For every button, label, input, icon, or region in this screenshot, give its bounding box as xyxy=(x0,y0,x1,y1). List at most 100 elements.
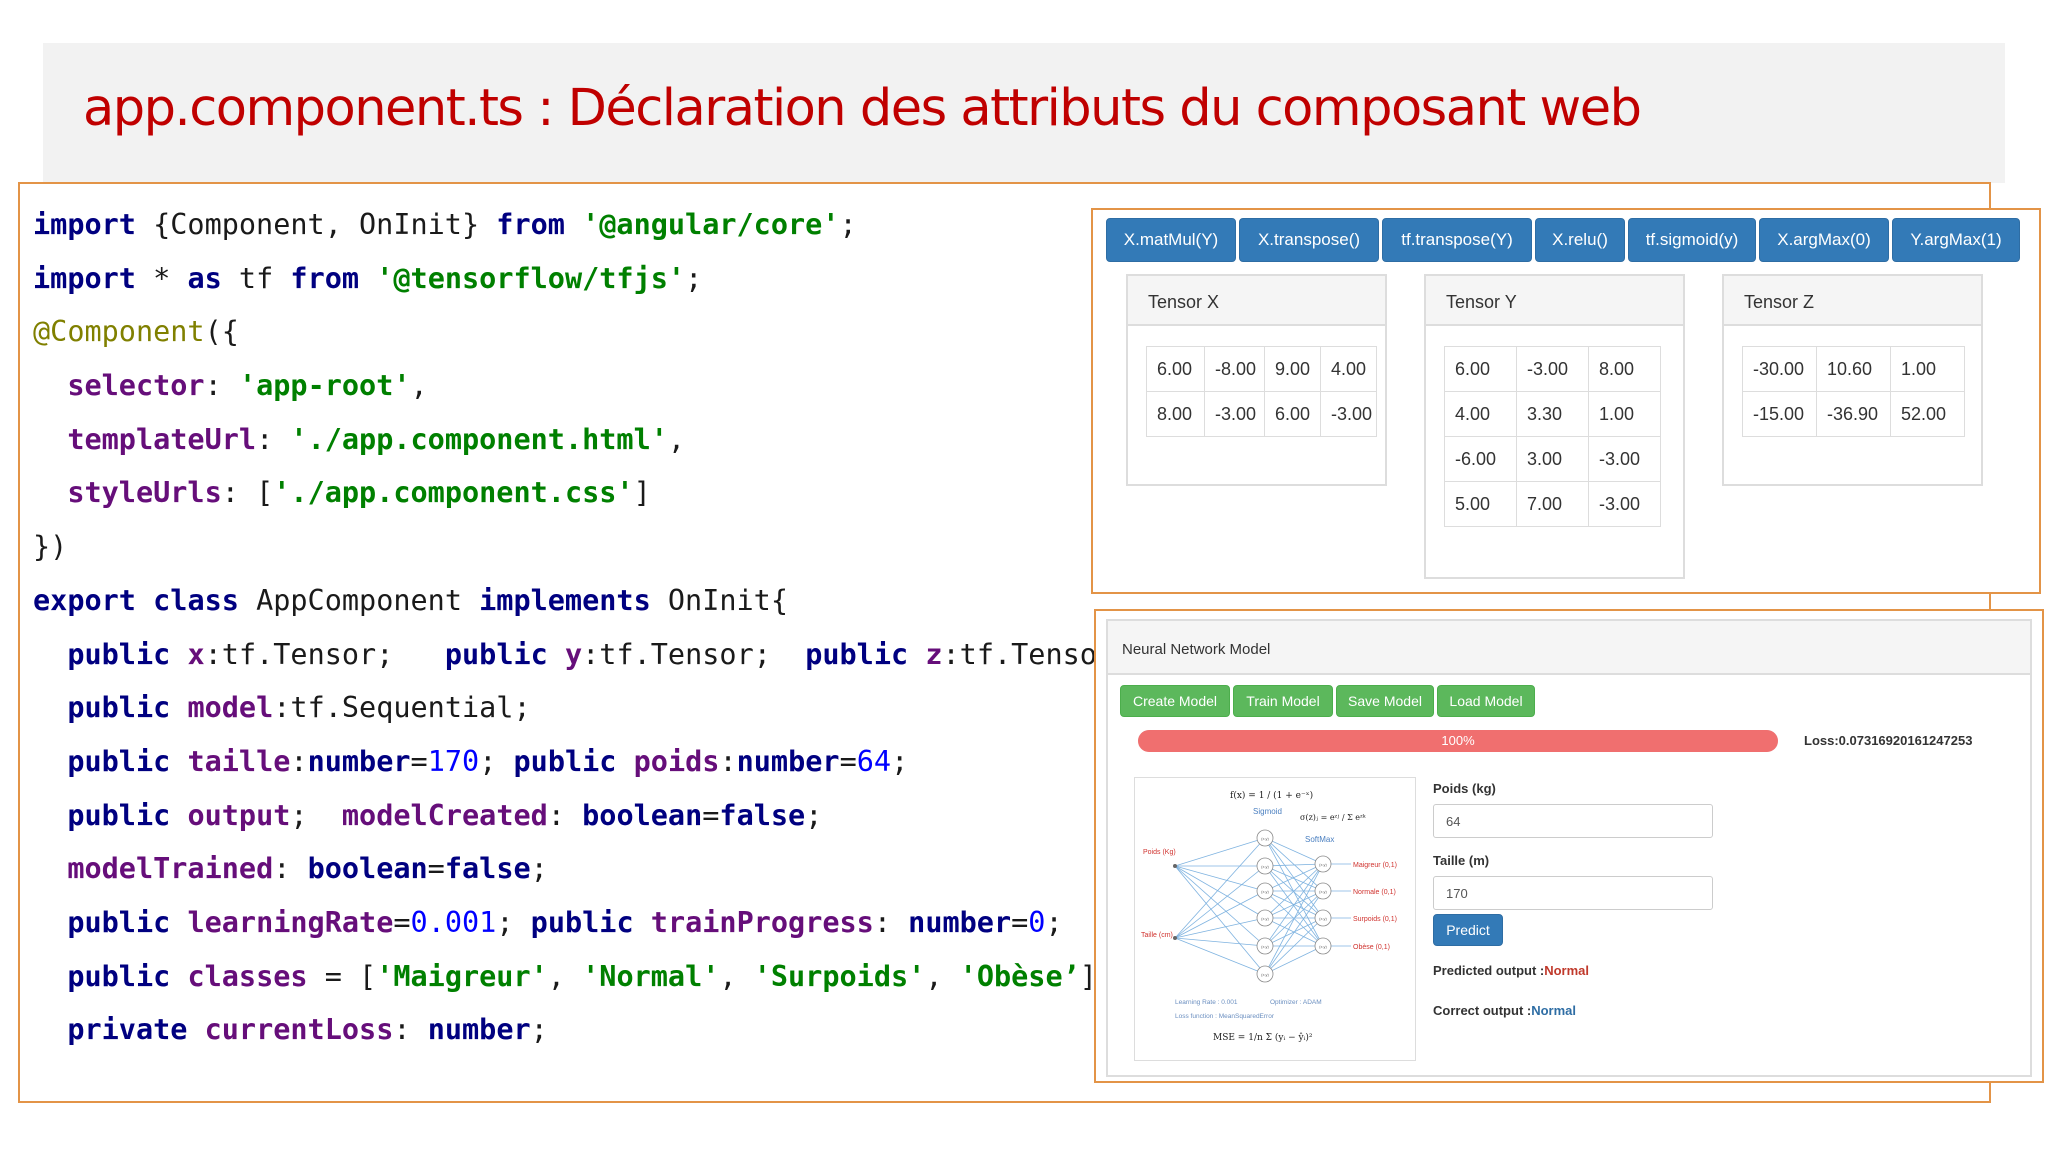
load-model-button[interactable]: Load Model xyxy=(1437,685,1535,717)
network-edge xyxy=(1264,945,1324,975)
slide-title: app.component.ts : Déclaration des attri… xyxy=(83,79,1642,138)
code-token: '@angular/core' xyxy=(582,208,840,241)
code-token: : xyxy=(256,422,291,456)
correct-output-value: Normal xyxy=(1531,1003,1577,1018)
tensor-cell: -6.00 xyxy=(1444,436,1517,482)
sigmoid-button[interactable]: tf.sigmoid(y) xyxy=(1628,218,1756,262)
code-token: ; xyxy=(1045,905,1063,939)
network-edge xyxy=(1174,865,1266,919)
code-line: public learningRate=0.001; public trainP… xyxy=(33,896,1093,950)
nn-card: Neural Network Model Create Model Train … xyxy=(1106,619,2032,1077)
input-neuron xyxy=(1173,864,1177,868)
code-token: './app.component.css' xyxy=(273,476,634,510)
code-token: number xyxy=(908,905,1012,939)
mse-formula: MSE = 1/n Σ (yᵢ − ŷᵢ)² xyxy=(1213,1032,1313,1043)
code-token: : xyxy=(393,1013,428,1047)
code-line: modelTrained: boolean=false; xyxy=(33,842,1093,896)
code-token: number xyxy=(307,744,411,778)
code-token: 170 xyxy=(427,744,480,778)
tensor-z-card: Tensor Z -30.00 10.60 1.00 -15.00 -36.90 52.0… xyxy=(1722,274,1983,486)
neuron-symbol: (x,y) xyxy=(1261,916,1269,921)
neuron-symbol: (x,y) xyxy=(1261,836,1269,841)
code-token: number xyxy=(427,1013,531,1047)
code-token: 64 xyxy=(856,744,892,778)
network-edge xyxy=(1174,865,1266,939)
predict-button[interactable]: Predict xyxy=(1433,914,1503,946)
sigmoid-label: Sigmoid xyxy=(1253,807,1282,816)
tensor-y-title: Tensor Y xyxy=(1426,276,1683,326)
code-line: }) xyxy=(33,520,1093,574)
code-token: ({ xyxy=(204,315,239,349)
code-token: false xyxy=(444,852,531,886)
matmul-button[interactable]: X.matMul(Y) xyxy=(1106,218,1236,262)
code-token: modelTrained xyxy=(67,852,274,886)
train-model-button[interactable]: Train Model xyxy=(1233,685,1333,717)
tensor-x-card: Tensor X 6.00 -8.00 9.00 4.00 8.00 -3.00 6.00-… xyxy=(1126,274,1387,486)
code-token: taille xyxy=(187,744,291,778)
tensor-cell: 6.00 xyxy=(1444,346,1517,392)
code-token: 'Normal' xyxy=(582,959,720,993)
code-token: :tf.Sequential; xyxy=(273,691,531,725)
tensor-cell: 10.60 xyxy=(1816,346,1891,392)
code-token: 0 xyxy=(1028,905,1046,939)
sigmoid-formula: f(x) = 1 / (1 + e⁻ˣ) xyxy=(1230,790,1313,801)
code-token: false xyxy=(719,798,806,832)
neuron-symbol: (x,y) xyxy=(1261,972,1269,977)
save-model-button[interactable]: Save Model xyxy=(1336,685,1434,717)
neuron-symbol: (x,y) xyxy=(1319,889,1327,894)
network-edge xyxy=(1174,917,1266,939)
code-token: styleUrls xyxy=(67,476,222,510)
code-line: public x:tf.Tensor; public y:tf.Tensor; … xyxy=(33,628,1131,682)
code-token: boolean xyxy=(307,852,428,886)
tensor-cell: 1.00 xyxy=(1588,391,1661,437)
neuron-symbol: (x,y) xyxy=(1319,944,1327,949)
code-token: public xyxy=(513,744,617,778)
tensor-row: 6.00 -8.00 9.00 4.00 xyxy=(1146,346,1377,392)
code-token: implements xyxy=(479,583,651,617)
code-block: import {Component, OnInit} from '@angula… xyxy=(33,198,1131,1057)
code-line: public taille:number=170; public poids:n… xyxy=(33,735,1093,789)
code-token: * xyxy=(135,261,188,295)
code-token: , xyxy=(667,422,686,456)
code-token: , xyxy=(410,369,428,403)
code-token: : xyxy=(273,852,308,886)
code-token: ; xyxy=(530,852,548,886)
tensor-cell: 6.00 xyxy=(1264,391,1321,437)
argmax-x-button[interactable]: X.argMax(0) xyxy=(1759,218,1889,262)
code-line: export class AppComponent implements OnI… xyxy=(33,574,1093,628)
network-edge xyxy=(1264,890,1324,975)
code-token: = xyxy=(410,744,428,778)
train-progress: 100% xyxy=(1138,730,1778,752)
poids-input[interactable] xyxy=(1433,804,1713,838)
tensor-z-title: Tensor Z xyxy=(1724,276,1981,326)
tensor-row: 5.00 7.00 -3.00 xyxy=(1444,481,1661,527)
code-token: {Component, OnInit} xyxy=(135,208,497,241)
neuron-symbol: (x,y) xyxy=(1261,889,1269,894)
learning-rate-note: Learning Rate : 0.001 xyxy=(1175,999,1238,1006)
code-token: ; xyxy=(479,744,514,778)
code-token: ; xyxy=(290,798,342,832)
create-model-button[interactable]: Create Model xyxy=(1120,685,1230,717)
code-token: , xyxy=(719,959,754,993)
network-edge xyxy=(1174,937,1266,947)
argmax-y-button[interactable]: Y.argMax(1) xyxy=(1892,218,2020,262)
taille-input[interactable] xyxy=(1433,876,1713,910)
input-taille-label: Taille (cm) xyxy=(1141,932,1173,939)
relu-button[interactable]: X.relu() xyxy=(1535,218,1625,262)
transpose-x-button[interactable]: X.transpose() xyxy=(1239,218,1379,262)
nn-title: Neural Network Model xyxy=(1108,621,2030,675)
code-token: : xyxy=(719,744,737,778)
code-token: trainProgress xyxy=(650,905,874,939)
code-token: '@tensorflow/tfjs' xyxy=(376,261,686,295)
transpose-y-button[interactable]: tf.transpose(Y) xyxy=(1382,218,1532,262)
